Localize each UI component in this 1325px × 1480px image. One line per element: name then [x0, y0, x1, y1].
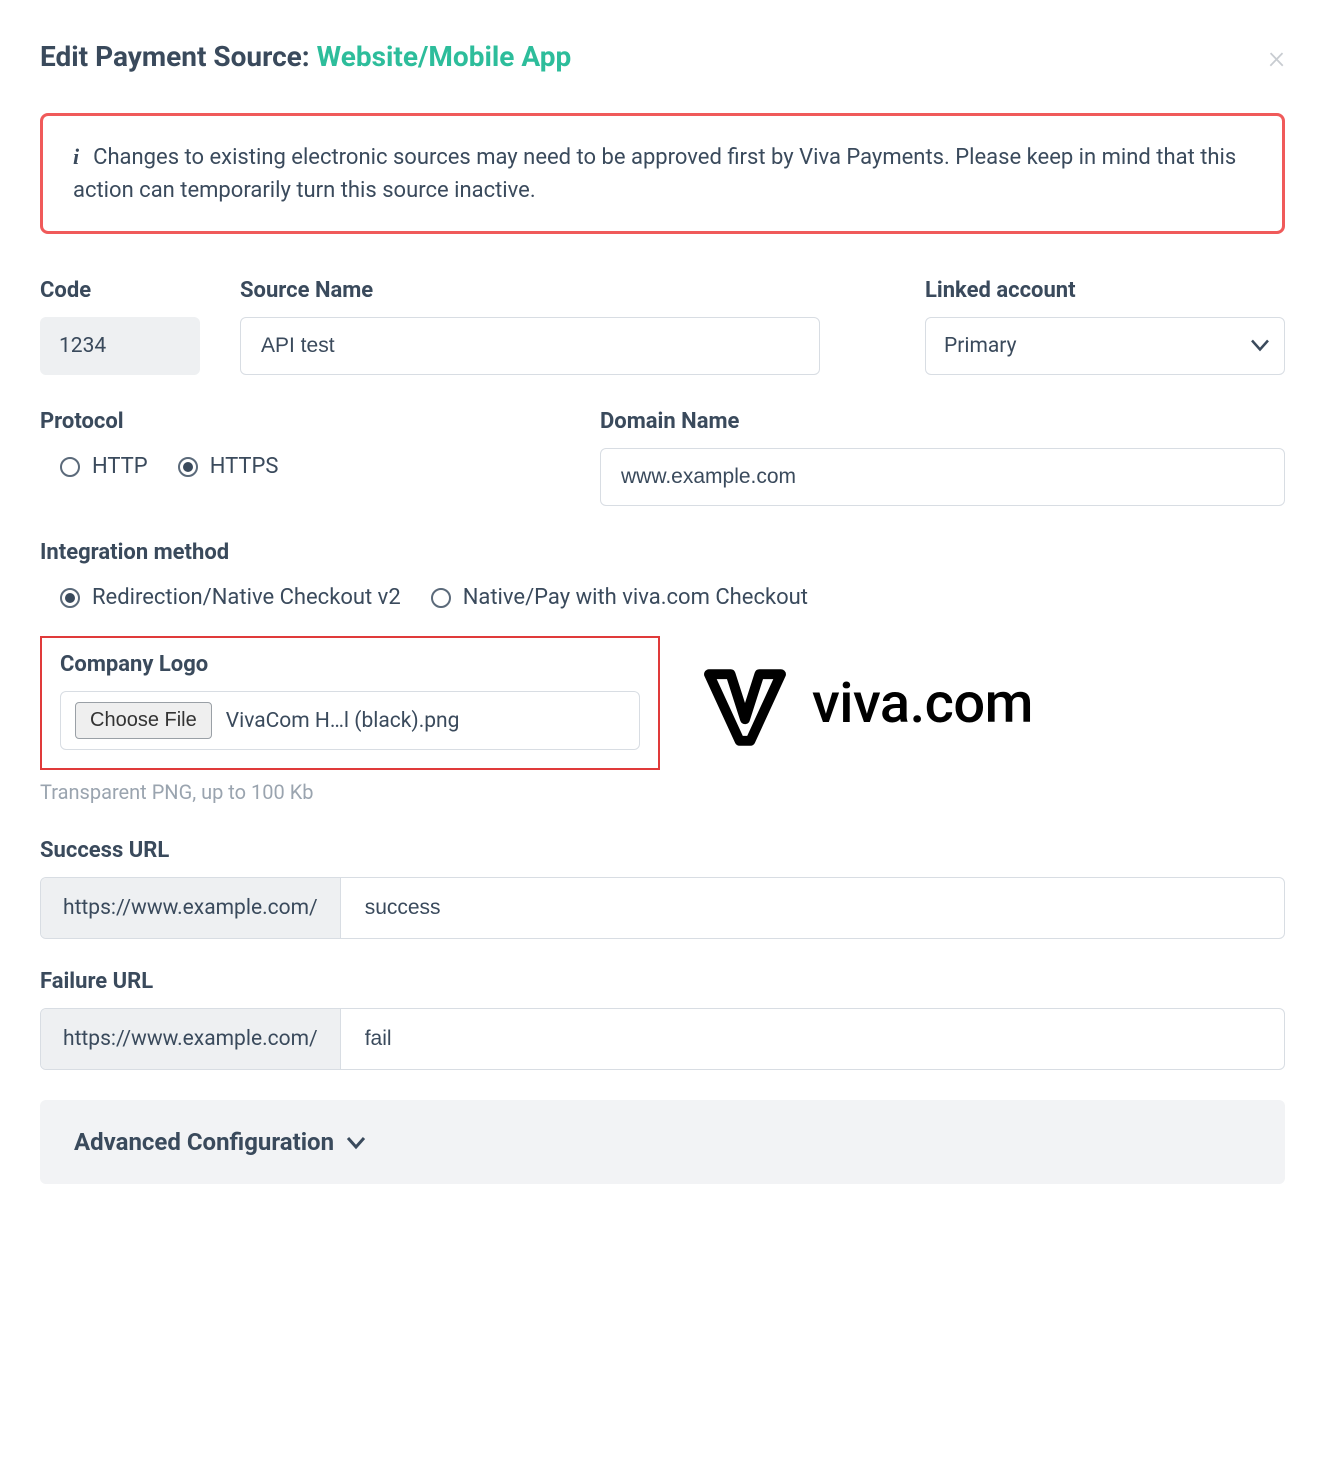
success-url-label: Success URL [40, 838, 1285, 863]
linked-account-label: Linked account [925, 278, 1285, 303]
integration-option-2: Native/Pay with viva.com Checkout [463, 585, 808, 610]
failure-url-group: https://www.example.com/ [40, 1008, 1285, 1070]
success-url-input[interactable] [341, 878, 1284, 938]
info-icon: i [73, 144, 79, 169]
company-logo-hint: Transparent PNG, up to 100 Kb [40, 780, 1285, 804]
radio-icon [60, 457, 80, 477]
integration-native-radio[interactable]: Native/Pay with viva.com Checkout [431, 585, 808, 610]
failure-url-prefix: https://www.example.com/ [41, 1009, 341, 1069]
viva-logo-icon [700, 658, 790, 748]
success-url-value[interactable] [363, 878, 1262, 938]
code-value: 1234 [59, 334, 106, 358]
linked-account-value: Primary [944, 334, 1017, 358]
failure-url-value[interactable] [363, 1009, 1262, 1069]
failure-url-label: Failure URL [40, 969, 1285, 994]
company-logo-highlight-box: Company Logo Choose File VivaCom H…l (bl… [40, 636, 660, 770]
logo-preview-text: viva.com [812, 670, 1033, 736]
title-prefix: Edit Payment Source: [40, 40, 317, 73]
advanced-label: Advanced Configuration [74, 1128, 334, 1156]
success-url-group: https://www.example.com/ [40, 877, 1285, 939]
source-name-value[interactable] [259, 318, 801, 374]
protocol-https-label: HTTPS [210, 454, 279, 479]
success-url-prefix: https://www.example.com/ [41, 878, 341, 938]
protocol-https-radio[interactable]: HTTPS [178, 454, 279, 479]
failure-url-input[interactable] [341, 1009, 1284, 1069]
domain-input[interactable] [600, 448, 1285, 506]
code-label: Code [40, 278, 200, 303]
protocol-label: Protocol [40, 409, 560, 434]
choose-file-button[interactable]: Choose File [75, 702, 212, 739]
warning-alert: iChanges to existing electronic sources … [40, 113, 1285, 234]
title-highlight: Website/Mobile App [317, 40, 572, 73]
source-name-label: Source Name [240, 278, 820, 303]
integration-redirection-radio[interactable]: Redirection/Native Checkout v2 [60, 585, 401, 610]
source-name-input[interactable] [240, 317, 820, 375]
radio-icon [60, 588, 80, 608]
radio-icon [431, 588, 451, 608]
radio-icon [178, 457, 198, 477]
company-logo-file-input[interactable]: Choose File VivaCom H…l (black).png [60, 691, 640, 750]
protocol-http-radio[interactable]: HTTP [60, 454, 148, 479]
close-icon[interactable]: × [1268, 41, 1285, 73]
code-field: 1234 [40, 317, 200, 375]
logo-preview: viva.com [700, 658, 1033, 748]
domain-value[interactable] [619, 449, 1266, 505]
integration-option-1: Redirection/Native Checkout v2 [92, 585, 401, 610]
chevron-down-icon [346, 1128, 366, 1156]
protocol-http-label: HTTP [92, 454, 148, 479]
company-logo-label: Company Logo [60, 652, 640, 677]
linked-account-select[interactable]: Primary [925, 317, 1285, 375]
domain-label: Domain Name [600, 409, 1285, 434]
alert-text: Changes to existing electronic sources m… [73, 145, 1236, 203]
integration-label: Integration method [40, 540, 1285, 565]
selected-filename: VivaCom H…l (black).png [226, 709, 460, 733]
dialog-title: Edit Payment Source: Website/Mobile App [40, 40, 571, 73]
advanced-configuration-toggle[interactable]: Advanced Configuration [40, 1100, 1285, 1184]
